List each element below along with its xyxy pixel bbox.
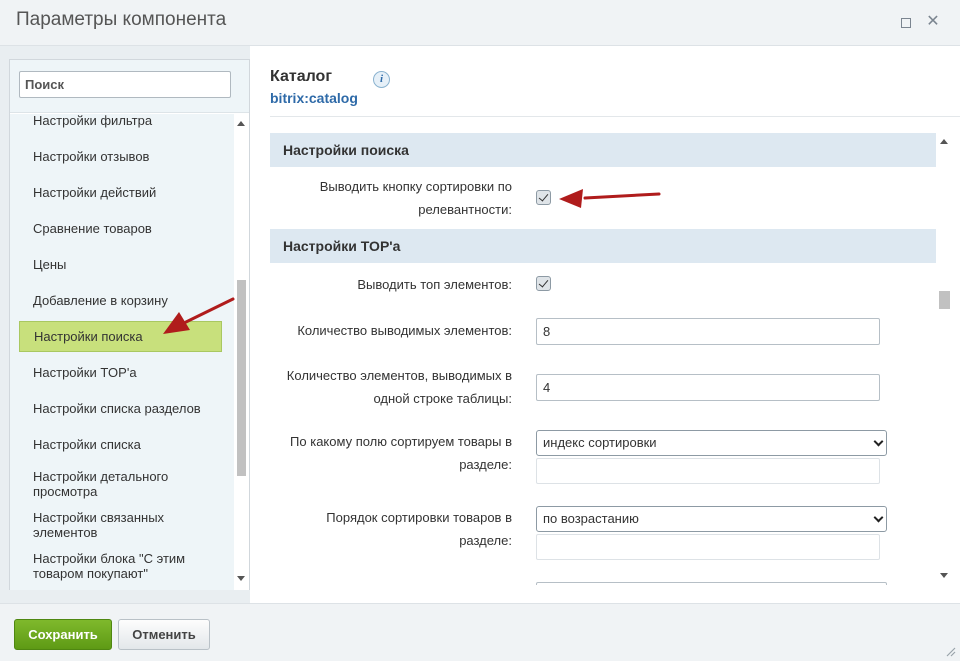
- settings-panel: Каталог i bitrix:catalog Настройки поиск…: [250, 46, 960, 603]
- sidebar-item-bought-together[interactable]: Настройки блока "С этим товаром покупают…: [19, 549, 222, 583]
- sort-field-value: индекс сортировки: [543, 435, 657, 450]
- label-sort-field: По какому полю сортируем товары в раздел…: [290, 434, 512, 472]
- sidebar-search-area: [10, 60, 249, 113]
- sidebar-item-detail[interactable]: Настройки детального просмотра: [19, 467, 222, 501]
- sidebar-list: Настройки фильтра Настройки отзывов Наст…: [10, 114, 234, 590]
- search-input[interactable]: [19, 71, 231, 98]
- element-count-input[interactable]: [536, 318, 880, 345]
- sidebar-item-add-to-cart[interactable]: Добавление в корзину: [19, 288, 222, 312]
- sidebar-item-prices[interactable]: Цены: [19, 252, 222, 276]
- next-field-input[interactable]: [536, 582, 887, 585]
- label-line-element-count: Количество элементов, выводимых в одной …: [286, 368, 512, 406]
- close-icon[interactable]: ✕: [925, 14, 941, 30]
- label-sort-order: Порядок сортировки товаров в разделе:: [326, 510, 512, 548]
- sort-order-custom-input[interactable]: [536, 534, 880, 560]
- component-name: Каталог: [270, 68, 332, 85]
- save-button[interactable]: Сохранить: [14, 619, 112, 650]
- chevron-down-icon: [873, 436, 884, 447]
- checkbox-sort-by-relevance[interactable]: [536, 190, 551, 205]
- scroll-down-icon[interactable]: [940, 573, 948, 578]
- settings-scroll-thumb[interactable]: [939, 291, 950, 309]
- sort-field-select[interactable]: индекс сортировки: [536, 430, 887, 456]
- cancel-button[interactable]: Отменить: [118, 619, 210, 650]
- maximize-icon[interactable]: [897, 14, 913, 30]
- sidebar-item-compare[interactable]: Сравнение товаров: [19, 216, 222, 240]
- sidebar-scrollbar[interactable]: [234, 114, 249, 590]
- sidebar-item-top[interactable]: Настройки TOP'a: [19, 360, 222, 384]
- settings-form: Настройки поиска Выводить кнопку сортиро…: [270, 133, 936, 585]
- sidebar-item-reviews[interactable]: Настройки отзывов: [19, 144, 222, 168]
- component-code: bitrix:catalog: [270, 90, 358, 106]
- settings-scrollbar[interactable]: [936, 133, 953, 585]
- section-header-top: Настройки TOP'a: [270, 229, 936, 263]
- sidebar: Настройки фильтра Настройки отзывов Наст…: [9, 59, 250, 590]
- info-icon[interactable]: i: [373, 71, 390, 88]
- label-show-top: Выводить топ элементов:: [357, 277, 512, 292]
- section-header-search: Настройки поиска: [270, 133, 936, 167]
- sidebar-item-actions[interactable]: Настройки действий: [19, 180, 222, 204]
- label-sort-by-relevance: Выводить кнопку сортировки по релевантно…: [319, 179, 512, 217]
- dialog-footer: Сохранить Отменить: [0, 603, 960, 661]
- sidebar-item-list[interactable]: Настройки списка: [19, 432, 222, 456]
- sort-order-select[interactable]: по возрастанию: [536, 506, 887, 532]
- dialog-body: Настройки фильтра Настройки отзывов Наст…: [0, 46, 960, 603]
- sidebar-item-section-list[interactable]: Настройки списка разделов: [19, 396, 222, 420]
- dialog-titlebar: Параметры компонента ✕: [0, 0, 960, 46]
- scroll-up-icon[interactable]: [237, 121, 245, 126]
- resize-grip-icon[interactable]: [944, 645, 956, 657]
- label-element-count: Количество выводимых элементов:: [297, 323, 512, 338]
- dialog-title: Параметры компонента: [16, 9, 227, 30]
- line-element-count-input[interactable]: [536, 374, 880, 401]
- scroll-up-icon[interactable]: [940, 139, 948, 144]
- sort-order-value: по возрастанию: [543, 511, 639, 526]
- sort-field-custom-input[interactable]: [536, 458, 880, 484]
- chevron-down-icon: [873, 512, 884, 523]
- sidebar-scroll-thumb[interactable]: [237, 280, 246, 476]
- sidebar-item-related[interactable]: Настройки связанных элементов: [19, 508, 222, 542]
- divider: [270, 116, 960, 117]
- sidebar-item-search-settings[interactable]: Настройки поиска: [19, 321, 222, 352]
- sidebar-item-filter[interactable]: Настройки фильтра: [19, 114, 222, 128]
- scroll-down-icon[interactable]: [237, 576, 245, 581]
- checkbox-show-top[interactable]: [536, 276, 551, 291]
